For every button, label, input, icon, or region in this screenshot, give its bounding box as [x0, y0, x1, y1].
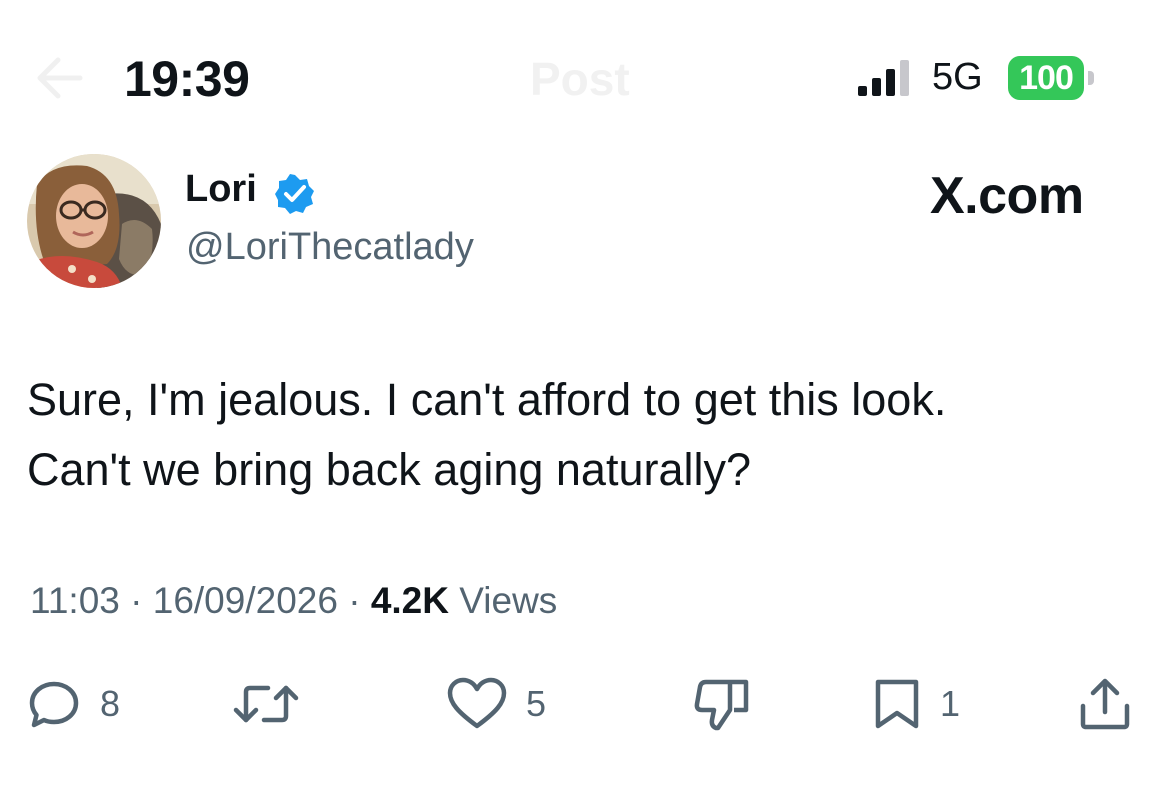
post-time: 11:03 [30, 580, 120, 621]
views-count: 4.2K [370, 580, 449, 621]
verified-badge-icon [274, 173, 316, 215]
battery-icon: 100 [1008, 56, 1100, 100]
like-button[interactable]: 5 [446, 676, 546, 732]
post-text: Sure, I'm jealous. I can't afford to get… [27, 365, 1147, 505]
thumbs-down-icon [694, 679, 749, 731]
repost-button[interactable] [232, 676, 300, 732]
views-label: Views [459, 580, 558, 621]
post-text-line: Sure, I'm jealous. I can't afford to get… [27, 374, 947, 425]
back-arrow-icon[interactable] [30, 48, 90, 108]
reply-icon [29, 681, 79, 728]
avatar[interactable] [27, 154, 161, 288]
screen-title: Post [530, 53, 630, 105]
like-count: 5 [526, 683, 547, 724]
post-date: 16/09/2026 [152, 580, 338, 621]
repost-icon [233, 685, 299, 723]
post-text-line: Can't we bring back aging naturally? [27, 444, 752, 495]
heart-icon [447, 677, 507, 729]
meta-separator: · [130, 580, 143, 621]
battery-level: 100 [1019, 59, 1074, 97]
reply-count: 8 [100, 683, 121, 724]
share-icon [1080, 678, 1130, 730]
author-handle[interactable]: @LoriThecatlady [186, 226, 474, 269]
bookmark-button[interactable]: 1 [872, 676, 960, 732]
watermark: X.com [930, 167, 1084, 225]
author-name[interactable]: Lori [185, 168, 257, 211]
post-meta: 11:03 · 16/09/2026 · 4.2K Views [30, 580, 557, 622]
meta-separator: · [348, 580, 361, 621]
bookmark-icon [875, 679, 919, 729]
bookmark-count: 1 [940, 683, 961, 724]
network-type: 5G [932, 56, 983, 98]
downvote-button[interactable] [694, 676, 752, 732]
share-button[interactable] [1076, 676, 1134, 732]
cellular-signal-icon [856, 58, 914, 98]
status-time: 19:39 [124, 51, 250, 107]
reply-button[interactable]: 8 [26, 676, 120, 732]
